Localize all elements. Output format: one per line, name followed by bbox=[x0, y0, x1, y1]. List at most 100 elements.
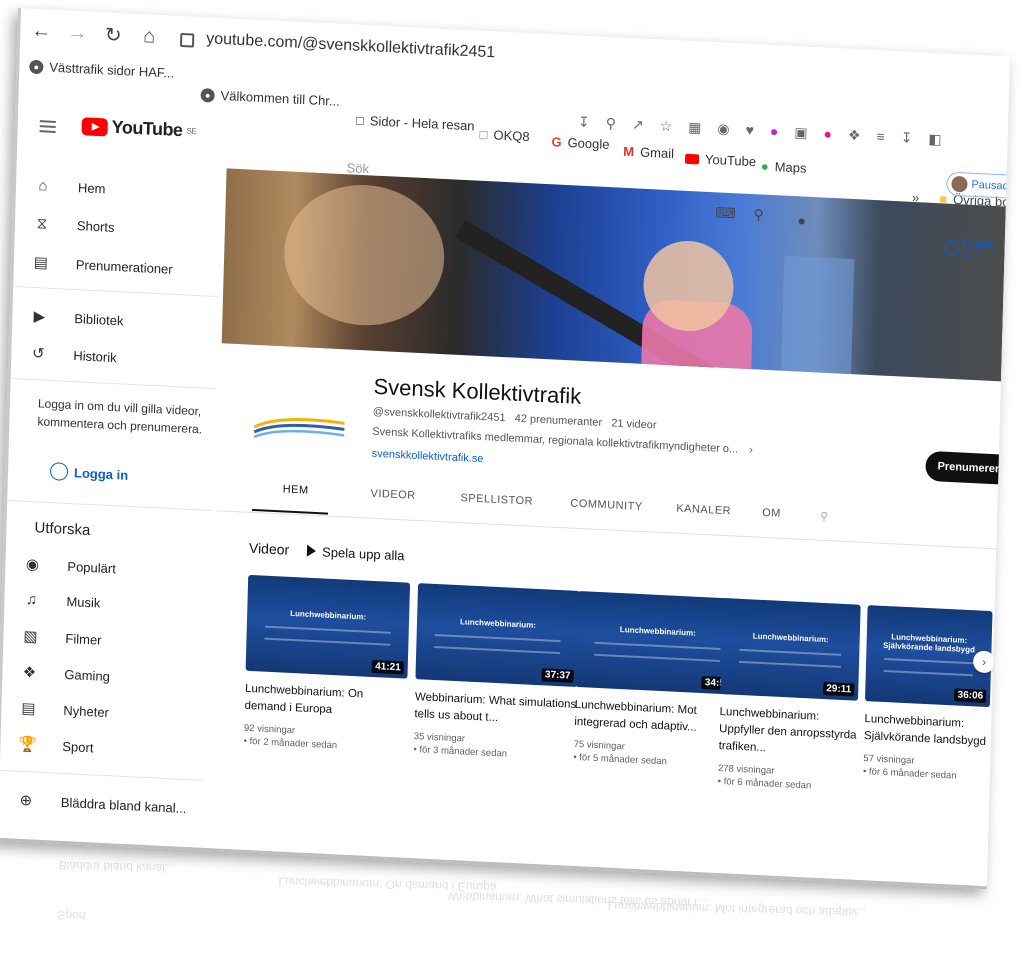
video-thumbnail[interactable]: Lunchwebbinarium: 29:11 bbox=[720, 598, 861, 701]
reading-list-icon[interactable]: ≡ bbox=[876, 128, 885, 145]
gaming-icon: ❖ bbox=[22, 663, 37, 682]
extension-icon[interactable]: ▣ bbox=[794, 124, 808, 142]
home-browser-icon[interactable]: ⌂ bbox=[134, 21, 165, 52]
stage: ← → ↻ ⌂ youtube.com/@svenskkollektivtraf… bbox=[0, 0, 1019, 955]
video-card[interactable]: Lunchwebbinarium: 41:21 Lunchwebbinarium… bbox=[243, 574, 411, 755]
header-signin-button[interactable]: Logga in bbox=[944, 237, 1005, 264]
video-count: 21 videor bbox=[611, 417, 657, 432]
channel-logo bbox=[253, 418, 345, 439]
subscribe-button[interactable]: Prenumerera bbox=[925, 450, 1011, 486]
sidebar-signin-button[interactable]: Logga in bbox=[49, 462, 129, 484]
sidebar-item-browse-channels[interactable]: ⊕ Bläddra bland kanal... bbox=[17, 791, 187, 817]
extension-icon[interactable]: ◉ bbox=[717, 120, 730, 138]
tab-hem[interactable]: HEM bbox=[282, 483, 308, 496]
search-icon[interactable]: ⚲ bbox=[753, 206, 764, 223]
sidebar-item-gaming[interactable]: ❖ Gaming bbox=[20, 663, 110, 685]
video-card[interactable]: Lunchwebbinarium: 29:11 Lunchwebbinarium… bbox=[718, 598, 861, 794]
tab-spellistor[interactable]: SPELLISTOR bbox=[460, 492, 533, 508]
youtube-icon bbox=[684, 153, 700, 164]
video-duration: 41:21 bbox=[371, 659, 404, 675]
account-icon bbox=[49, 462, 69, 481]
sidebar-item-sport[interactable]: 🏆 Sport bbox=[18, 735, 94, 757]
explore-heading: Utforska bbox=[34, 519, 91, 540]
share-icon[interactable]: ↗ bbox=[632, 116, 644, 134]
reload-icon[interactable]: ↻ bbox=[98, 19, 129, 50]
sidebar-item-popular[interactable]: ◉ Populärt bbox=[23, 555, 116, 578]
video-card[interactable]: Lunchwebbinarium: 34:58 Lunchwebbinarium… bbox=[573, 590, 740, 771]
video-duration: 37:37 bbox=[541, 668, 574, 683]
video-card[interactable]: Lunchwebbinarium: Självkörande landsbygd… bbox=[863, 605, 993, 783]
subscriptions-icon: ▤ bbox=[33, 254, 49, 272]
sidebar-item-musik[interactable]: ♫ Musik bbox=[22, 591, 101, 612]
keyboard-icon[interactable]: ⌨ bbox=[715, 204, 736, 222]
thumb-line bbox=[884, 657, 974, 665]
video-title[interactable]: Lunchwebbinarium: On demand i Europa bbox=[244, 681, 407, 723]
zoom-icon[interactable]: ⚲ bbox=[606, 115, 617, 132]
globe-icon: ● bbox=[29, 59, 44, 74]
subscriber-count: 42 prenumeranter bbox=[514, 412, 603, 429]
thumb-line bbox=[434, 645, 561, 655]
shelf-next-button[interactable]: › bbox=[972, 650, 996, 674]
video-thumbnail[interactable]: Lunchwebbinarium: 37:37 bbox=[415, 583, 580, 687]
globe-icon: ● bbox=[200, 87, 215, 103]
sidebar-item-bibliotek[interactable]: ▶ Bibliotek bbox=[30, 307, 124, 330]
search-icon[interactable]: ⚲ bbox=[820, 510, 829, 523]
download-icon[interactable]: ↧ bbox=[578, 113, 590, 131]
bookmark-okq8[interactable]: □ OKQ8 bbox=[479, 127, 529, 144]
sidebar-item-nyheter[interactable]: ▤ Nyheter bbox=[19, 699, 109, 721]
bookmark-sidor[interactable]: □ Sidor - Hela resan bbox=[356, 113, 475, 134]
video-title[interactable]: Lunchwebbinarium: Mot integrerad och ada… bbox=[574, 697, 737, 739]
forward-icon[interactable]: → bbox=[62, 17, 93, 48]
channel-handle: @svenskkollektivtrafik2451 bbox=[372, 405, 506, 425]
download-icon[interactable]: ↧ bbox=[900, 129, 912, 147]
sidebar-item-shorts[interactable]: ⧖ Shorts bbox=[33, 215, 115, 236]
microphone-icon[interactable]: ● bbox=[797, 212, 806, 228]
video-title[interactable]: Lunchwebbinarium: Uppfyller den anropsst… bbox=[718, 704, 857, 762]
tab-om[interactable]: OM bbox=[762, 507, 781, 520]
thumb-line bbox=[264, 625, 391, 634]
youtube-logo[interactable]: YouTube SE bbox=[81, 115, 196, 142]
bookmark-google[interactable]: G Google bbox=[551, 134, 609, 152]
menu-icon[interactable] bbox=[39, 117, 56, 136]
thumb-line bbox=[594, 641, 721, 650]
video-thumbnail[interactable]: Lunchwebbinarium: 41:21 bbox=[245, 574, 411, 679]
video-thumbnail[interactable]: Lunchwebbinarium: 34:58 bbox=[575, 590, 740, 695]
avatar bbox=[951, 175, 968, 193]
bookmark-gmail[interactable]: M Gmail bbox=[623, 144, 674, 161]
extension-icon[interactable]: ♥ bbox=[745, 122, 754, 139]
bookmark-valkommen[interactable]: ● Välkommen till Chr... bbox=[200, 87, 340, 109]
sidebar-item-historik[interactable]: ↺ Historik bbox=[29, 344, 117, 366]
tab-community[interactable]: COMMUNITY bbox=[570, 497, 643, 513]
bookmark-maps[interactable]: ● Maps bbox=[761, 158, 807, 175]
sidebar-item-prenumerationer[interactable]: ▤ Prenumerationer bbox=[32, 253, 173, 278]
tab-kanaler[interactable]: KANALER bbox=[676, 503, 731, 518]
sidebar-item-hem[interactable]: ⌂ Hem bbox=[34, 177, 106, 197]
sidebar-divider bbox=[7, 499, 213, 511]
sport-icon: 🏆 bbox=[18, 735, 38, 754]
back-icon[interactable]: ← bbox=[26, 15, 57, 46]
youtube-play-icon bbox=[81, 116, 108, 136]
bookmark-vasttrafik[interactable]: ● Västtrafik sidor HAF... bbox=[29, 59, 174, 81]
sidepanel-icon[interactable]: ◧ bbox=[928, 131, 942, 149]
extension-icon[interactable]: ● bbox=[823, 125, 832, 142]
banner-shape bbox=[282, 181, 447, 330]
video-card[interactable]: Lunchwebbinarium: 37:37 Webbinarium: Wha… bbox=[413, 583, 580, 763]
bookmark-youtube[interactable]: YouTube bbox=[684, 151, 756, 169]
maps-pin-icon: ● bbox=[760, 158, 769, 174]
extension-icon[interactable]: ▦ bbox=[688, 119, 702, 137]
puzzle-icon[interactable]: ❖ bbox=[848, 127, 861, 145]
extension-icon[interactable]: ● bbox=[770, 123, 779, 140]
play-all-button[interactable]: Spela upp alla bbox=[307, 543, 405, 563]
video-title[interactable]: Webbinarium: What simulations tells us a… bbox=[414, 689, 577, 731]
movies-icon: ▧ bbox=[23, 627, 38, 646]
tab-videor[interactable]: VIDEOR bbox=[370, 488, 415, 502]
video-title[interactable]: Lunchwebbinarium: Självkörande landsbygd bbox=[864, 711, 990, 751]
sidebar-item-filmer[interactable]: ▧ Filmer bbox=[21, 627, 102, 649]
channel-link[interactable]: svenskkollektivtrafik.se bbox=[372, 448, 484, 465]
thumb-line bbox=[264, 637, 391, 646]
reflection-text: Lunchwebbinarium: Mot integrerad och ada… bbox=[607, 898, 867, 920]
google-icon: G bbox=[551, 134, 562, 150]
star-icon[interactable]: ☆ bbox=[659, 117, 672, 135]
videos-section-header: Videor Spela upp alla bbox=[249, 540, 405, 564]
profile-paused-button[interactable]: Pausad bbox=[946, 171, 1011, 200]
